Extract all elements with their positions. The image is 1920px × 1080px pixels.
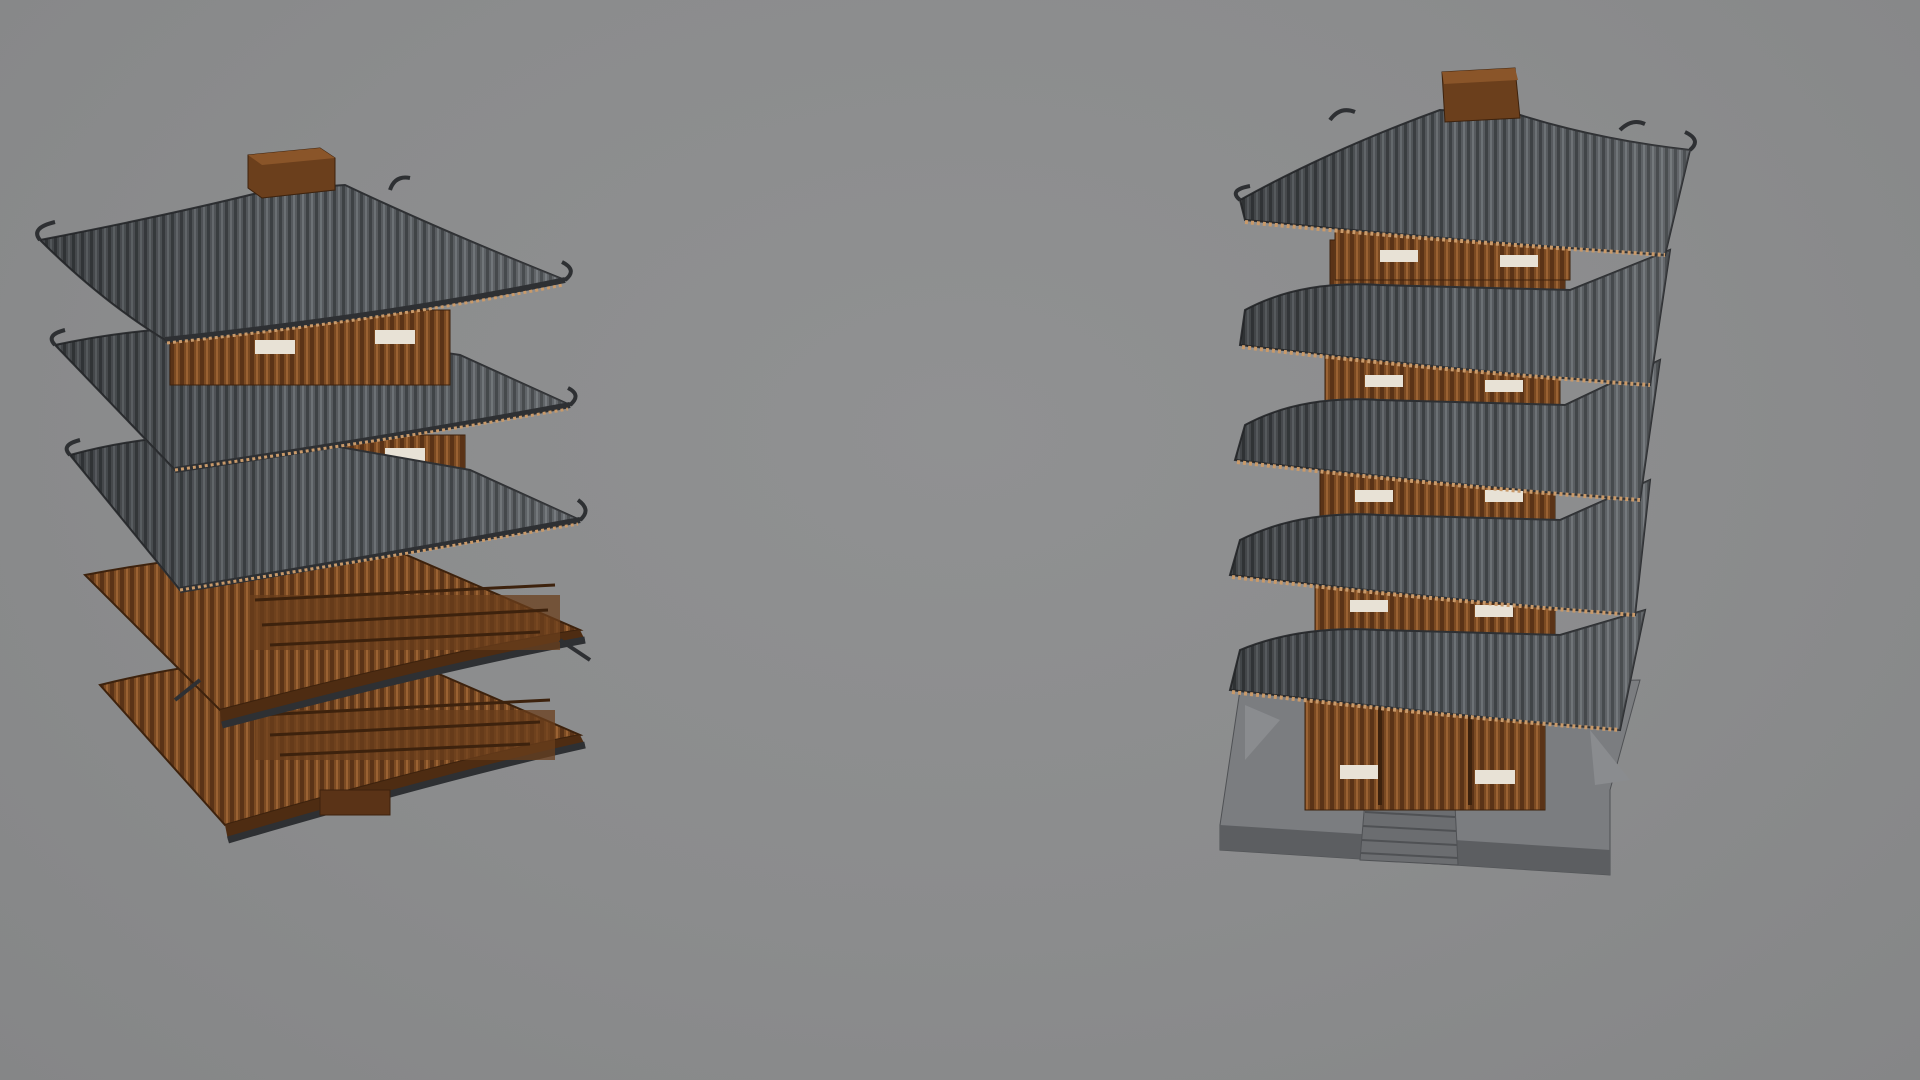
roof-finial [1441, 67, 1521, 123]
exploded-pagoda [35, 147, 592, 844]
roof-finial [247, 147, 336, 199]
roof-tier-1 [1233, 67, 1697, 281]
assembled-pagoda [1219, 67, 1697, 876]
render-viewport [0, 0, 1920, 1080]
scene-canvas [35, 67, 1697, 876]
